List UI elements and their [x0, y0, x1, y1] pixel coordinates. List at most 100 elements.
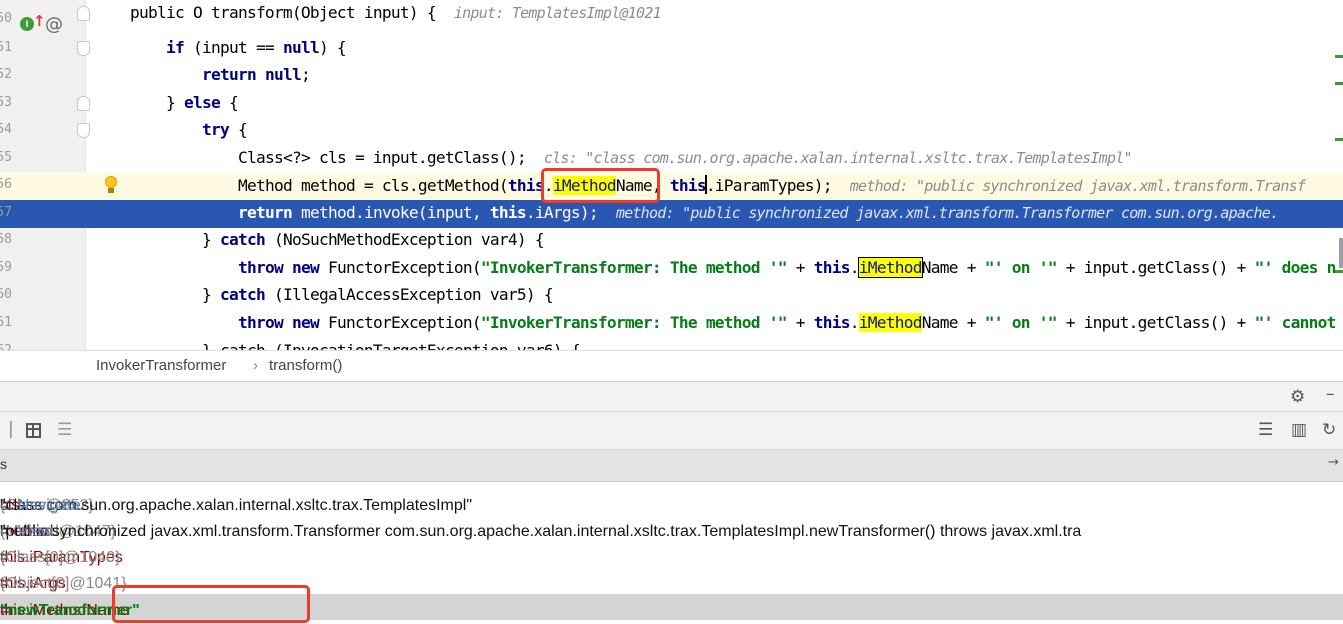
- code-text: .iArgs);: [525, 203, 599, 222]
- line-number: 50: [0, 11, 12, 26]
- code-text: .iParamTypes);: [705, 176, 833, 195]
- scroll-marker: [1335, 270, 1343, 273]
- keyword: try: [202, 120, 230, 139]
- keyword: catch: [220, 285, 266, 304]
- code-text: (NoSuchMethodException var4) {: [264, 230, 545, 249]
- keyword: if: [166, 38, 185, 57]
- variables-tab-label[interactable]: s: [0, 456, 7, 472]
- variable-row[interactable]: method = {Method@1047} "public synchroni…: [0, 515, 1343, 541]
- override-at-icon[interactable]: @: [45, 14, 63, 35]
- fold-marker-icon[interactable]: [77, 41, 90, 56]
- keyword: return: [238, 203, 293, 222]
- search-highlight: iMethod: [857, 257, 923, 278]
- code-line-current: 56 Method method = cls.getMethod(this.iM…: [0, 172, 1343, 200]
- string-literal: "' does n: [1254, 258, 1337, 277]
- code-text: .: [849, 313, 860, 332]
- inline-hint: input: TemplatesImpl@1021: [453, 4, 662, 22]
- code-line: 58 } catch (NoSuchMethodException var4) …: [0, 227, 1343, 255]
- line-number: 56: [0, 177, 12, 192]
- string-literal: "InvokerTransformer: The method '": [480, 258, 788, 277]
- code-text: ;: [300, 65, 311, 84]
- keyword: this: [507, 176, 545, 195]
- code-text: Class<?> cls = input.getClass();: [238, 148, 527, 167]
- variable-row[interactable]: this.iArgs = {Object[0]@1041}: [0, 567, 1343, 593]
- restore-layout-icon[interactable]: ☰: [57, 420, 72, 440]
- variable-row[interactable]: this.iParamTypes = {Class[0]@1040}: [0, 541, 1343, 567]
- code-text: Method method = cls.getMethod(: [238, 176, 509, 195]
- string-literal: "' on '": [984, 313, 1058, 332]
- code-editor[interactable]: 50 I ↑ @ public O transform(Object input…: [0, 0, 1343, 350]
- code-line: 50 I ↑ @ public O transform(Object input…: [0, 3, 1343, 35]
- code-text: .: [543, 176, 554, 195]
- code-text: }: [202, 285, 220, 304]
- breadcrumb-method[interactable]: transform(): [269, 357, 342, 374]
- search-highlight: iMethod: [858, 313, 922, 332]
- fold-marker-icon[interactable]: [77, 6, 90, 21]
- code-line: 55 Class<?> cls = input.getClass(); cls:…: [0, 145, 1343, 173]
- keyword: this: [813, 313, 851, 332]
- columns-icon[interactable]: ▥: [1291, 420, 1307, 440]
- list-icon[interactable]: ☰: [1258, 420, 1273, 440]
- breadcrumb-separator: ›: [253, 357, 258, 374]
- refresh-icon[interactable]: ↻: [1322, 420, 1336, 440]
- scroll-thumb[interactable]: [1339, 238, 1343, 268]
- table-view-icon[interactable]: [26, 423, 41, 438]
- code-text: {: [219, 93, 239, 112]
- line-number: 53: [0, 95, 12, 110]
- code-line: 62 } catch (InvocationTargetException va…: [0, 338, 1343, 350]
- code-line: 53 } else {: [0, 90, 1343, 118]
- divider-icon: |: [8, 419, 14, 439]
- code-text: } catch (InvocationTargetException var6)…: [202, 341, 581, 350]
- code-text: FunctorException(: [318, 313, 482, 332]
- line-number: 55: [0, 150, 12, 165]
- code-text: ) {: [318, 38, 347, 57]
- code-line: 61 throw new FunctorException("InvokerTr…: [0, 310, 1343, 338]
- fold-marker-icon[interactable]: [77, 123, 90, 138]
- keyword: this: [489, 203, 527, 222]
- code-text: method.invoke(input,: [291, 203, 490, 222]
- code-text: + input.getClass() +: [1056, 258, 1255, 277]
- keyword: catch: [220, 230, 266, 249]
- code-text: +: [786, 313, 814, 332]
- code-text: }: [166, 93, 184, 112]
- keyword: null: [282, 38, 320, 57]
- line-number: 52: [0, 67, 12, 82]
- var-ref: {Class[0]@1040}: [0, 549, 121, 566]
- code-text: public O transform(Object input) {: [130, 3, 437, 22]
- line-number: 62: [0, 343, 12, 350]
- debug-toolbar: | ☰ ☰ ▥ ↻: [0, 412, 1343, 450]
- code-text: Name +: [921, 313, 985, 332]
- scroll-marker: [1335, 55, 1343, 58]
- keyword: new: [291, 313, 320, 332]
- expand-arrow-icon[interactable]: →: [1328, 455, 1339, 470]
- settings-gear-icon[interactable]: ⚙: [1290, 387, 1305, 407]
- scroll-marker: [1335, 138, 1343, 141]
- code-text: +: [786, 258, 814, 277]
- search-highlight: iMethod: [552, 176, 617, 195]
- string-literal: "InvokerTransformer: The method '": [480, 313, 788, 332]
- var-value: "public synchronized javax.xml.transform…: [0, 523, 1082, 540]
- code-line: 52 return null;: [0, 62, 1343, 90]
- variable-row-selected[interactable]: this.iMethodName = "newTransformer": [0, 594, 1343, 620]
- keyword: this: [669, 176, 707, 195]
- code-text: {: [229, 120, 248, 139]
- line-number: 58: [0, 232, 12, 247]
- minimize-icon[interactable]: –: [1326, 384, 1335, 404]
- code-line: 54 try {: [0, 117, 1343, 145]
- implements-icon[interactable]: I: [20, 17, 34, 31]
- intention-bulb-icon[interactable]: [104, 176, 118, 196]
- line-number: 60: [0, 287, 12, 302]
- code-text: .: [849, 258, 860, 277]
- execution-line: 57 return method.invoke(input, this.iArg…: [0, 200, 1343, 228]
- implements-arrow-icon: ↑: [33, 12, 46, 30]
- editor-scrollbar-markers: [1335, 0, 1343, 350]
- keyword: null: [264, 65, 302, 84]
- view-link[interactable]: ... View: [0, 523, 52, 541]
- navigate-link[interactable]: ... Navigate: [0, 497, 81, 515]
- variable-row[interactable]: cls = {Class@852} "class com.sun.org.apa…: [0, 489, 1343, 515]
- fold-marker-icon[interactable]: [77, 96, 90, 111]
- code-text: }: [202, 230, 220, 249]
- keyword: new: [291, 258, 320, 277]
- breadcrumb-class[interactable]: InvokerTransformer: [96, 357, 226, 374]
- inline-hint: method: "public synchronized javax.xml.t…: [849, 177, 1306, 195]
